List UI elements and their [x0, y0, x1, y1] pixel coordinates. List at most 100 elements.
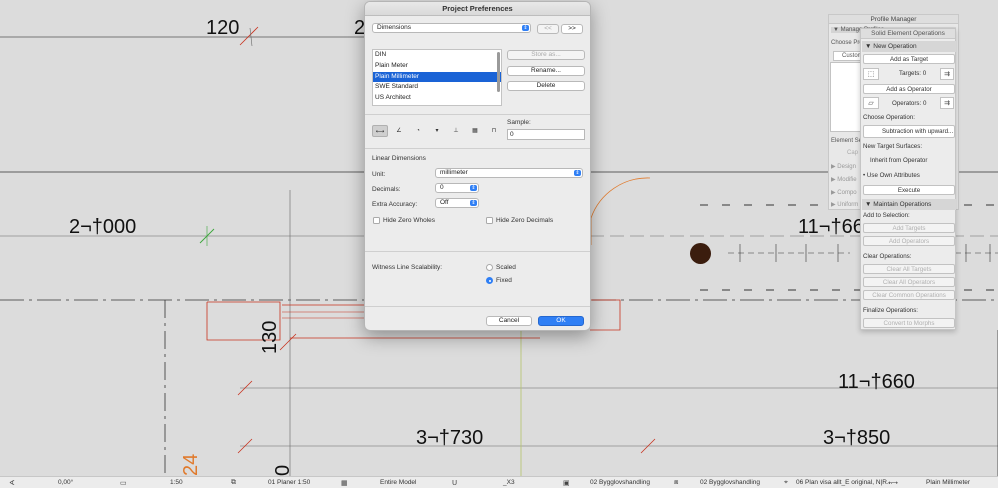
clear-all-operators-button[interactable]: Clear All Operators: [863, 277, 955, 287]
scaled-label: Scaled: [496, 264, 516, 271]
model-icon[interactable]: ▦: [341, 479, 348, 487]
elevation-dimension-icon[interactable]: ⊥: [448, 125, 464, 137]
preset-list[interactable]: DIN Plain Meter Plain Millimeter SWE Sta…: [372, 49, 502, 106]
scale-icon[interactable]: ▭: [120, 479, 127, 487]
renovation-filter-icon[interactable]: ⧈: [674, 479, 678, 487]
decimals-stepper[interactable]: 0 ⇕: [435, 183, 479, 193]
ok-button[interactable]: OK: [538, 316, 584, 326]
sample-label: Sample:: [507, 119, 531, 126]
targets-count: Targets: 0: [899, 70, 927, 77]
unit-label: Unit:: [372, 171, 386, 178]
triangle-down-icon: ▼: [833, 27, 841, 33]
view-value[interactable]: 06 Plan visa allt_E original, N|R...: [796, 479, 892, 486]
list-item[interactable]: SWE Standard: [373, 82, 501, 93]
store-as-button[interactable]: Store as...: [507, 50, 585, 60]
angle-value[interactable]: 0,00°: [58, 479, 73, 486]
list-item[interactable]: DIN: [373, 50, 501, 61]
story-value[interactable]: 01 Planer 1:50: [268, 479, 310, 486]
operator-icon: ▱: [863, 97, 879, 109]
cancel-button[interactable]: Cancel: [486, 316, 532, 326]
maintain-operations-header[interactable]: ▼ Maintain Operations: [862, 199, 956, 210]
dimension-text[interactable]: 11¬†66: [798, 216, 864, 239]
inherit-from-operator-option[interactable]: Inherit from Operator: [870, 157, 927, 164]
decimals-label: Decimals:: [372, 186, 401, 193]
solid-element-operations-palette: Solid Element Operations ▼ New Operation…: [860, 28, 956, 330]
clear-operations-label: Clear Operations:: [863, 253, 912, 260]
clear-common-operations-button[interactable]: Clear Common Operations: [863, 290, 955, 300]
category-select[interactable]: Dimensions ⇕: [372, 23, 531, 33]
select-operators-icon[interactable]: ⇉: [940, 97, 954, 109]
pm-row-modified[interactable]: ▶ Modifie: [831, 176, 857, 183]
select-targets-icon[interactable]: ⇉: [940, 68, 954, 80]
updown-chevron-icon: ⇕: [574, 170, 581, 176]
dimension-value[interactable]: Plain Millimeter: [926, 479, 970, 486]
layer-value[interactable]: _X3: [503, 479, 515, 486]
hide-zero-wholes-checkbox[interactable]: [373, 217, 380, 224]
model-value[interactable]: Entire Model: [380, 479, 417, 486]
next-page-button[interactable]: >>: [561, 24, 583, 34]
execute-button[interactable]: Execute: [863, 185, 955, 195]
previous-page-button[interactable]: <<: [537, 24, 559, 34]
divider: [365, 114, 590, 115]
list-item[interactable]: US Architect: [373, 93, 501, 104]
add-as-target-button[interactable]: Add as Target: [863, 54, 955, 64]
dimension-text[interactable]: 11¬†660: [838, 371, 915, 394]
view-icon[interactable]: ⌖: [784, 479, 788, 487]
fixed-radio[interactable]: [486, 277, 493, 284]
rename-button[interactable]: Rename...: [507, 66, 585, 76]
cap-label: Cap: [847, 150, 859, 156]
dimension-icon[interactable]: ⟷: [888, 479, 898, 487]
add-operators-button[interactable]: Add Operators: [863, 236, 955, 246]
status-bar: ∢ 0,00° ▭ 1:50 ⧉ 01 Planer 1:50 ▦ Entire…: [0, 476, 998, 488]
level-dimension-icon[interactable]: ▾: [429, 125, 445, 137]
convert-to-morphs-button[interactable]: Convert to Morphs: [863, 318, 955, 328]
divider: [365, 148, 590, 149]
dimension-text[interactable]: 24: [180, 454, 203, 476]
profile-preview: [830, 62, 863, 132]
renovation-filter-value[interactable]: 02 Bygglovshandling: [700, 479, 760, 486]
dimension-text[interactable]: 3¬†850: [823, 427, 890, 450]
pm-row-components[interactable]: ▶ Compo: [831, 189, 857, 196]
linear-dimensions-heading: Linear Dimensions: [372, 155, 426, 162]
divider: [365, 251, 590, 252]
project-preferences-dialog: Project Preferences Dimensions ⇕ << >> D…: [364, 1, 591, 331]
dialog-title: Project Preferences: [365, 2, 590, 16]
dimension-text[interactable]: 120: [206, 17, 239, 40]
use-own-attributes-option[interactable]: • Use Own Attributes: [863, 172, 920, 179]
clear-all-targets-button[interactable]: Clear All Targets: [863, 264, 955, 274]
new-operation-header[interactable]: ▼ New Operation: [862, 41, 956, 52]
radial-dimension-icon[interactable]: ◔: [410, 125, 426, 137]
dimension-type-icons: ⟷ ∠ ◔ ▾ ⊥ ▦ ⊓: [372, 125, 502, 137]
renovation-icon[interactable]: ▣: [563, 479, 570, 487]
operation-select[interactable]: Subtraction with upward...: [863, 125, 955, 138]
angle-dimension-icon[interactable]: ∠: [391, 125, 407, 137]
scale-value[interactable]: 1:50: [170, 479, 183, 486]
list-item-selected[interactable]: Plain Millimeter: [373, 71, 501, 83]
extra-accuracy-select[interactable]: Off ⇕: [435, 198, 479, 208]
layer-icon[interactable]: Ս: [452, 479, 457, 487]
area-dimension-icon[interactable]: ▦: [467, 125, 483, 137]
renovation-value[interactable]: 02 Bygglovshandling: [590, 479, 650, 486]
sample-preview: 0: [507, 129, 585, 140]
add-targets-button[interactable]: Add Targets: [863, 223, 955, 233]
delete-button[interactable]: Delete: [507, 81, 585, 91]
add-as-operator-button[interactable]: Add as Operator: [863, 84, 955, 94]
witness-line-label: Witness Line Scalability:: [372, 264, 443, 271]
pm-row-uniform[interactable]: ▶ Uniform: [831, 201, 858, 208]
pm-row-design[interactable]: ▶ Design: [831, 163, 856, 170]
triangle-down-icon: ▼: [865, 201, 874, 208]
sill-height-dimension-icon[interactable]: ⊓: [486, 125, 502, 137]
hide-zero-decimals-checkbox[interactable]: [486, 217, 493, 224]
dimension-text[interactable]: 130: [259, 321, 282, 354]
dimension-text[interactable]: 0: [272, 465, 295, 476]
linear-dimension-icon[interactable]: ⟷: [372, 125, 388, 137]
scaled-radio[interactable]: [486, 264, 493, 271]
unit-select[interactable]: millimeter ⇕: [435, 168, 583, 178]
dimension-text[interactable]: 2¬†000: [69, 216, 136, 239]
list-item[interactable]: Plain Meter: [373, 61, 501, 72]
angle-icon[interactable]: ∢: [9, 479, 15, 487]
dimension-text[interactable]: 3¬†730: [416, 427, 483, 450]
list-scrollbar[interactable]: [497, 52, 500, 92]
hide-zero-wholes-label: Hide Zero Wholes: [383, 217, 436, 224]
story-icon[interactable]: ⧉: [231, 479, 236, 487]
